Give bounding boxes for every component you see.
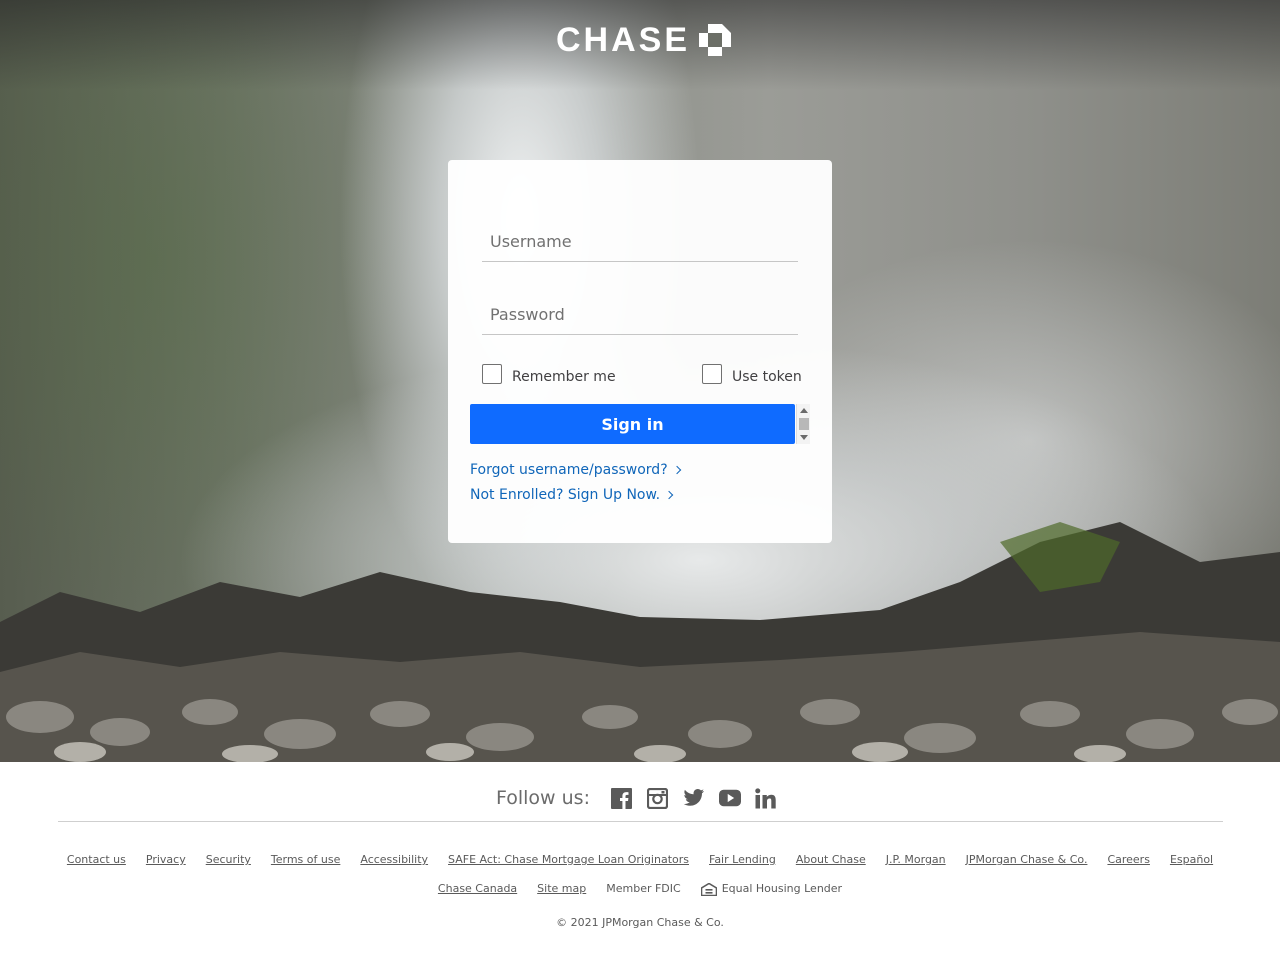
footer-link-chase-canada[interactable]: Chase Canada	[438, 882, 517, 896]
remember-me-label: Remember me	[512, 369, 616, 385]
footer-link-contact-us[interactable]: Contact us	[67, 853, 126, 867]
footer-link-site-map[interactable]: Site map	[537, 882, 586, 896]
hero-background-image: CHASE Remember me Use token Sign in Forg…	[0, 0, 1280, 762]
facebook-icon[interactable]	[611, 787, 633, 809]
footer-link-careers[interactable]: Careers	[1107, 853, 1150, 867]
equal-housing-lender: Equal Housing Lender	[700, 882, 843, 896]
footer-link-espanol[interactable]: Español	[1170, 853, 1213, 867]
footer-link-privacy[interactable]: Privacy	[146, 853, 186, 867]
youtube-icon[interactable]	[718, 787, 741, 809]
footer-link-fair-lending[interactable]: Fair Lending	[709, 853, 776, 867]
twitter-icon[interactable]	[683, 787, 705, 809]
scroll-down-icon[interactable]	[800, 435, 808, 440]
forgot-credentials-label: Forgot username/password?	[470, 462, 668, 478]
use-token-label: Use token	[732, 369, 802, 385]
password-input[interactable]	[482, 295, 798, 335]
equal-housing-icon	[700, 882, 717, 896]
enroll-label: Not Enrolled? Sign Up Now.	[470, 487, 661, 503]
footer-link-about-chase[interactable]: About Chase	[796, 853, 866, 867]
chase-octagon-icon	[699, 24, 732, 56]
footer-link-jp-morgan[interactable]: J.P. Morgan	[886, 853, 946, 867]
enroll-link[interactable]: Not Enrolled? Sign Up Now.	[470, 486, 674, 504]
follow-us-label: Follow us:	[496, 787, 590, 809]
instagram-icon[interactable]	[647, 787, 669, 809]
signin-row: Sign in	[470, 404, 810, 444]
footer-links-row-2: Chase Canada Site map Member FDIC Equal …	[0, 882, 1280, 896]
footer-link-safe-act[interactable]: SAFE Act: Chase Mortgage Loan Originator…	[448, 853, 689, 867]
remember-me-checkbox[interactable]	[482, 364, 502, 384]
chevron-right-icon	[672, 465, 681, 475]
footer-links-row-1: Contact us Privacy Security Terms of use…	[0, 853, 1280, 867]
footer-link-accessibility[interactable]: Accessibility	[360, 853, 428, 867]
scroll-thumb[interactable]	[799, 418, 809, 430]
footer-link-terms[interactable]: Terms of use	[271, 853, 340, 867]
equal-housing-label: Equal Housing Lender	[721, 882, 843, 895]
username-input[interactable]	[482, 222, 798, 262]
scroll-up-icon[interactable]	[800, 408, 808, 413]
copyright-text: © 2021 JPMorgan Chase & Co.	[556, 916, 724, 929]
forgot-credentials-link[interactable]: Forgot username/password?	[470, 461, 681, 479]
footer-divider	[58, 821, 1223, 822]
member-fdic-text: Member FDIC	[606, 882, 681, 895]
footer-link-security[interactable]: Security	[206, 853, 251, 867]
login-card: Remember me Use token Sign in Forgot use…	[448, 160, 832, 543]
follow-us-row: Follow us:	[0, 785, 1280, 811]
use-token-checkbox[interactable]	[702, 364, 722, 384]
chevron-right-icon	[664, 490, 674, 500]
linkedin-icon[interactable]	[755, 787, 777, 809]
footer-link-jpmorgan-chase-co[interactable]: JPMorgan Chase & Co.	[966, 853, 1088, 867]
brand-name: CHASE	[556, 21, 691, 59]
sign-in-button[interactable]: Sign in	[470, 404, 795, 444]
chase-logo[interactable]: CHASE	[556, 23, 732, 57]
scroll-stepper[interactable]	[796, 404, 810, 444]
